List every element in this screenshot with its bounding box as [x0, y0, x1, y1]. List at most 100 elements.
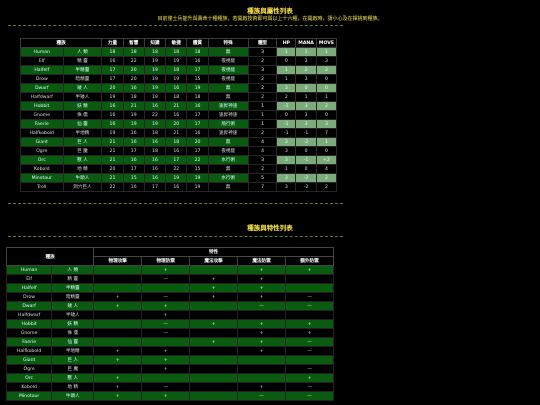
- cell-race-zh: 半精靈: [62, 65, 103, 75]
- cell-wis: 16: [143, 155, 167, 165]
- cell-race-en: Halfelf: [20, 65, 64, 75]
- cell-trait: +: [141, 310, 191, 320]
- cell-race-en: Troll: [20, 182, 64, 192]
- table-row: Gnome 侏 儒 16 19 22 16 17 速昇神速 1 0 3 0: [20, 110, 338, 120]
- cell-trait: —: [237, 301, 286, 311]
- cell-mana: 1: [295, 47, 317, 57]
- cell-con: 16: [186, 128, 209, 138]
- cell-race-en: Drow: [5, 292, 53, 302]
- table-row: Elf 精 靈 16 22 19 19 16 夜視能 2 0 3 3: [20, 56, 338, 66]
- cell-hp: 0: [276, 56, 297, 66]
- cell-special: 速昇神速: [207, 128, 249, 138]
- cell-mana: 3: [295, 74, 317, 84]
- cell-move: 2: [315, 182, 338, 192]
- cell-trait: [237, 310, 286, 320]
- cell-int: 18: [122, 92, 145, 102]
- cell-con: 19: [186, 182, 209, 192]
- table-row: Minotaur 牛頭人 + + — —: [5, 391, 334, 401]
- cell-special: 速昇神速: [207, 110, 249, 120]
- header-wis: 知識: [143, 38, 167, 48]
- table-row: Halfkobold 半地精 19 16 18 21 16 速昇神速 2 -1 -1 7: [20, 128, 338, 138]
- cell-race-en: Hobbit: [20, 101, 64, 111]
- cell-wis: 18: [143, 128, 167, 138]
- cell-wis: 16: [143, 101, 167, 111]
- table-row: Hobbit 妖 精 — + + +: [5, 319, 334, 329]
- table-header-row: 種族 力量 智慧 知識 敏捷 體質 特殊 體型 HP MANA MOVE: [19, 38, 338, 48]
- cell-race-en: Giant: [20, 137, 64, 147]
- cell-special: 夜視能: [207, 56, 249, 66]
- cell-trait: +: [93, 301, 143, 311]
- cell-trait: [141, 283, 191, 293]
- cell-trait: +: [237, 382, 286, 392]
- table-row: Halfdwarf 半矮人 19 18 18 18 18 無 2 2 1 1: [20, 92, 338, 102]
- cell-mana: 3: [295, 101, 317, 111]
- cell-trait: [285, 310, 334, 320]
- cell-trait: [141, 337, 191, 347]
- cell-trait: [93, 283, 143, 293]
- cell-race-en: Halfkobold: [5, 346, 53, 356]
- cell-dex: 16: [165, 182, 188, 192]
- cell-trait: [285, 355, 334, 365]
- cell-trait: +: [141, 301, 191, 311]
- table-row: Dwarf 矮 人 20 16 19 16 19 無 2 3 0 0: [20, 83, 338, 93]
- cell-con: 22: [186, 155, 209, 165]
- cell-trait: [189, 265, 239, 275]
- cell-trait: +: [285, 319, 334, 329]
- cell-size: 3: [247, 47, 278, 57]
- cell-str: 19: [101, 128, 124, 138]
- cell-hp: 0: [276, 110, 297, 120]
- cell-race-zh: 半地精: [51, 346, 95, 356]
- cell-trait: —: [285, 382, 334, 392]
- cell-trait: +: [285, 328, 334, 338]
- cell-size: 2: [247, 56, 278, 66]
- cell-special: 夜視能: [207, 65, 249, 75]
- cell-con: 17: [186, 110, 209, 120]
- cell-race-zh: 獸 人: [51, 373, 95, 383]
- table-row: Faerie 仙 靈 + + —: [5, 337, 334, 347]
- subheader-mag-atk: 魔法攻擊: [189, 256, 239, 266]
- cell-wis: 19: [143, 65, 167, 75]
- table-row: Minotaur 牛頭人 21 15 16 19 19 水行術 5 3 -2 2: [20, 173, 338, 183]
- table-row: Ogre 巨 魔 21 17 18 16 17 夜視能 4 3 0 0: [20, 146, 338, 156]
- divider: [8, 236, 343, 237]
- cell-dex: 18: [165, 137, 188, 147]
- cell-str: 21: [101, 137, 124, 147]
- table-row: Kobold 地 精 20 17 16 22 15 無 2 1 0 4: [20, 164, 338, 174]
- cell-race-en: Orc: [20, 155, 64, 165]
- cell-race-en: Kobold: [5, 382, 53, 392]
- cell-race-en: Dwarf: [5, 301, 53, 311]
- cell-trait: [189, 382, 239, 392]
- cell-race-en: Halfdwarf: [20, 92, 64, 102]
- cell-race-zh: 矮 人: [51, 301, 95, 311]
- cell-wis: 18: [143, 47, 167, 57]
- cell-move: +2: [315, 155, 338, 165]
- cell-race-zh: 精 靈: [51, 274, 95, 284]
- cell-size: 1: [247, 101, 278, 111]
- cell-hp: -1: [276, 128, 297, 138]
- cell-dex: 18: [165, 65, 188, 75]
- cell-trait: +: [141, 355, 191, 365]
- header-hp: HP: [276, 38, 297, 48]
- cell-hp: 1: [276, 47, 297, 57]
- cell-dex: 19: [165, 56, 188, 66]
- cell-trait: +: [141, 391, 191, 401]
- cell-con: 17: [186, 119, 209, 129]
- cell-trait: [93, 310, 143, 320]
- cell-race-en: Gnome: [20, 110, 64, 120]
- cell-mana: 3: [295, 110, 317, 120]
- cell-int: 20: [122, 74, 145, 84]
- section1-title: 種族與屬性列表: [247, 7, 293, 15]
- cell-trait: [93, 337, 143, 347]
- cell-str: 21: [101, 155, 124, 165]
- cell-int: 17: [122, 164, 145, 174]
- table-row: Troll 洞穴巨人 22 16 17 16 19 無 7 3 -2 2: [20, 182, 338, 192]
- cell-trait: [189, 310, 239, 320]
- cell-trait: +: [189, 274, 239, 284]
- cell-mana: 1: [295, 92, 317, 102]
- cell-trait: [189, 364, 239, 374]
- cell-race-zh: 侏 儒: [62, 110, 103, 120]
- cell-size: 1: [247, 110, 278, 120]
- cell-race-en: Ogre: [20, 146, 64, 156]
- cell-trait: —: [285, 301, 334, 311]
- cell-wis: 19: [143, 83, 167, 93]
